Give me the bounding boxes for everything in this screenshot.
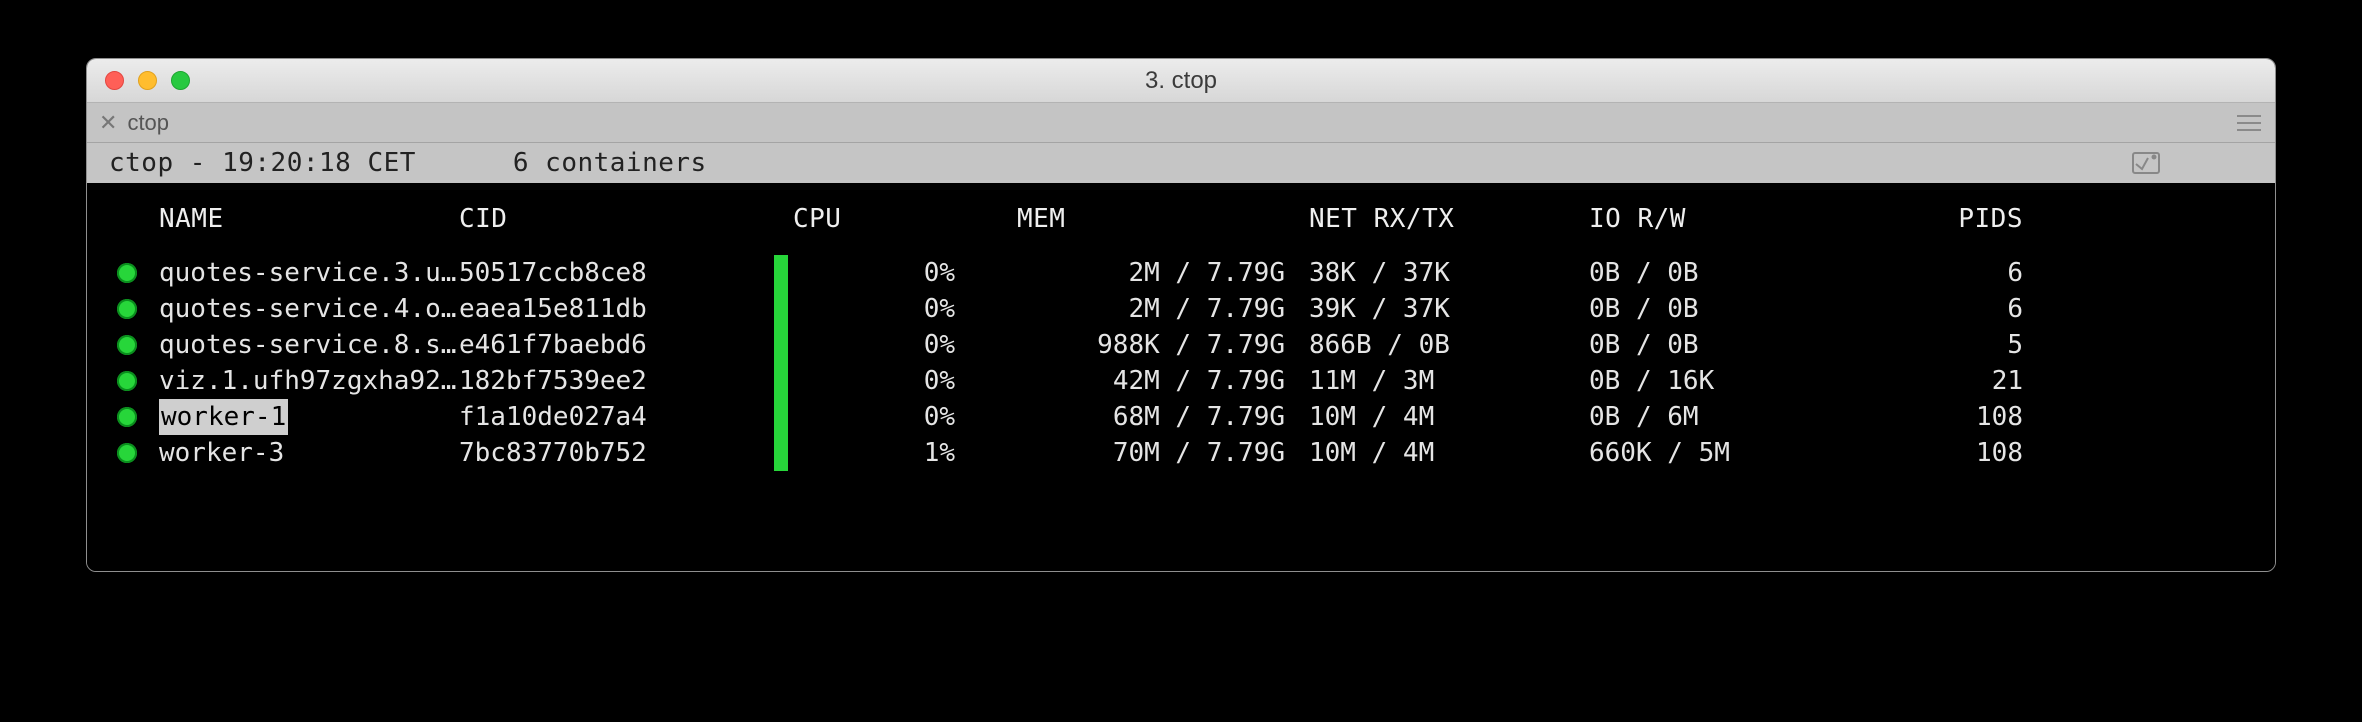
cpu-value: 0%	[793, 327, 973, 363]
tray-icon[interactable]	[2132, 92, 2261, 234]
pids-value: 5	[1903, 327, 2023, 363]
window-titlebar: 3. ctop	[87, 59, 2275, 103]
net-value: 11M / 3M	[1303, 363, 1583, 399]
container-name: quotes-service.3.uwax…	[159, 255, 459, 291]
mem-value: 988K / 7.79G	[973, 327, 1303, 363]
status-dot-icon	[117, 335, 137, 355]
pids-value: 108	[1903, 435, 2023, 471]
container-cid: f1a10de027a4	[459, 399, 769, 435]
container-cid: 182bf7539ee2	[459, 363, 769, 399]
net-value: 39K / 37K	[1303, 291, 1583, 327]
container-cid: e461f7baebd6	[459, 327, 769, 363]
col-net: NET RX/TX	[1303, 201, 1583, 255]
app-gap	[416, 148, 513, 178]
container-count: 6 containers	[513, 148, 707, 178]
table-row[interactable]: worker-1f1a10de027a4 0%68M / 7.79G10M / 4…	[117, 399, 2245, 435]
cpu-value: 0%	[793, 255, 973, 291]
app-name: ctop	[109, 148, 174, 178]
table-row[interactable]: viz.1.ufh97zgxha92pc0…182bf7539ee2 0%42M …	[117, 363, 2245, 399]
col-io: IO R/W	[1583, 201, 1903, 255]
col-pids: PIDS	[1903, 201, 2023, 255]
app-sep: -	[174, 148, 222, 178]
container-name: worker-1	[159, 399, 459, 435]
cpu-value: 0%	[793, 291, 973, 327]
app-header: ctop - 19:20:18 CET 6 containers	[87, 143, 2275, 183]
table-row[interactable]: quotes-service.8.s8w4…e461f7baebd6 0%988K…	[117, 327, 2245, 363]
mem-value: 2M / 7.79G	[973, 255, 1303, 291]
net-value: 38K / 37K	[1303, 255, 1583, 291]
container-cid: eaea15e811db	[459, 291, 769, 327]
container-cid: 50517ccb8ce8	[459, 255, 769, 291]
terminal-window: 3. ctop ✕ ctop ctop - 19:20:18 CET 6 con…	[86, 58, 2276, 572]
col-mem: MEM	[973, 201, 1303, 255]
cpu-value: 0%	[793, 363, 973, 399]
io-value: 0B / 0B	[1583, 327, 1903, 363]
mem-value: 68M / 7.79G	[973, 399, 1303, 435]
cpu-value: 1%	[793, 435, 973, 471]
io-value: 0B / 0B	[1583, 255, 1903, 291]
cpu-bar-icon	[774, 399, 788, 435]
cpu-bar-icon	[774, 291, 788, 327]
status-dot-icon	[117, 299, 137, 319]
table-row[interactable]: quotes-service.4.ozb6…eaea15e811db 0%2M /…	[117, 291, 2245, 327]
app-time: 19:20:18 CET	[222, 148, 416, 178]
pids-value: 21	[1903, 363, 2023, 399]
container-name: quotes-service.4.ozb6…	[159, 291, 459, 327]
container-name: quotes-service.8.s8w4…	[159, 327, 459, 363]
container-name: worker-3	[159, 435, 459, 471]
col-name: NAME	[159, 201, 459, 255]
cpu-bar-icon	[774, 255, 788, 291]
tab-label[interactable]: ctop	[127, 112, 169, 134]
io-value: 660K / 5M	[1583, 435, 1903, 471]
cpu-bar-icon	[774, 327, 788, 363]
col-cpu: CPU	[793, 201, 973, 255]
net-value: 866B / 0B	[1303, 327, 1583, 363]
mem-value: 42M / 7.79G	[973, 363, 1303, 399]
status-dot-icon	[117, 371, 137, 391]
status-dot-icon	[117, 263, 137, 283]
io-value: 0B / 16K	[1583, 363, 1903, 399]
pids-value: 108	[1903, 399, 2023, 435]
container-name: viz.1.ufh97zgxha92pc0…	[159, 363, 459, 399]
container-cid: 7bc83770b752	[459, 435, 769, 471]
pids-value: 6	[1903, 291, 2023, 327]
status-dot-icon	[117, 407, 137, 427]
col-cid: CID	[459, 201, 769, 255]
cpu-value: 0%	[793, 399, 973, 435]
cpu-bar-icon	[774, 363, 788, 399]
table-header: NAME CID CPU MEM NET RX/TX IO R/W PIDS	[117, 201, 2245, 255]
cpu-bar-icon	[774, 435, 788, 471]
desktop-backdrop: 3. ctop ✕ ctop ctop - 19:20:18 CET 6 con…	[0, 0, 2362, 722]
table-row[interactable]: worker-37bc83770b752 1%70M / 7.79G10M / 4…	[117, 435, 2245, 471]
window-title: 3. ctop	[87, 69, 2275, 93]
tab-close-icon[interactable]: ✕	[99, 112, 117, 134]
net-value: 10M / 4M	[1303, 399, 1583, 435]
mem-value: 2M / 7.79G	[973, 291, 1303, 327]
io-value: 0B / 6M	[1583, 399, 1903, 435]
table-row[interactable]: quotes-service.3.uwax…50517ccb8ce8 0%2M /…	[117, 255, 2245, 291]
pids-value: 6	[1903, 255, 2023, 291]
io-value: 0B / 0B	[1583, 291, 1903, 327]
status-dot-icon	[117, 443, 137, 463]
mem-value: 70M / 7.79G	[973, 435, 1303, 471]
net-value: 10M / 4M	[1303, 435, 1583, 471]
tab-strip: ✕ ctop	[87, 103, 2275, 143]
terminal-body[interactable]: NAME CID CPU MEM NET RX/TX IO R/W PIDS q…	[87, 183, 2275, 571]
